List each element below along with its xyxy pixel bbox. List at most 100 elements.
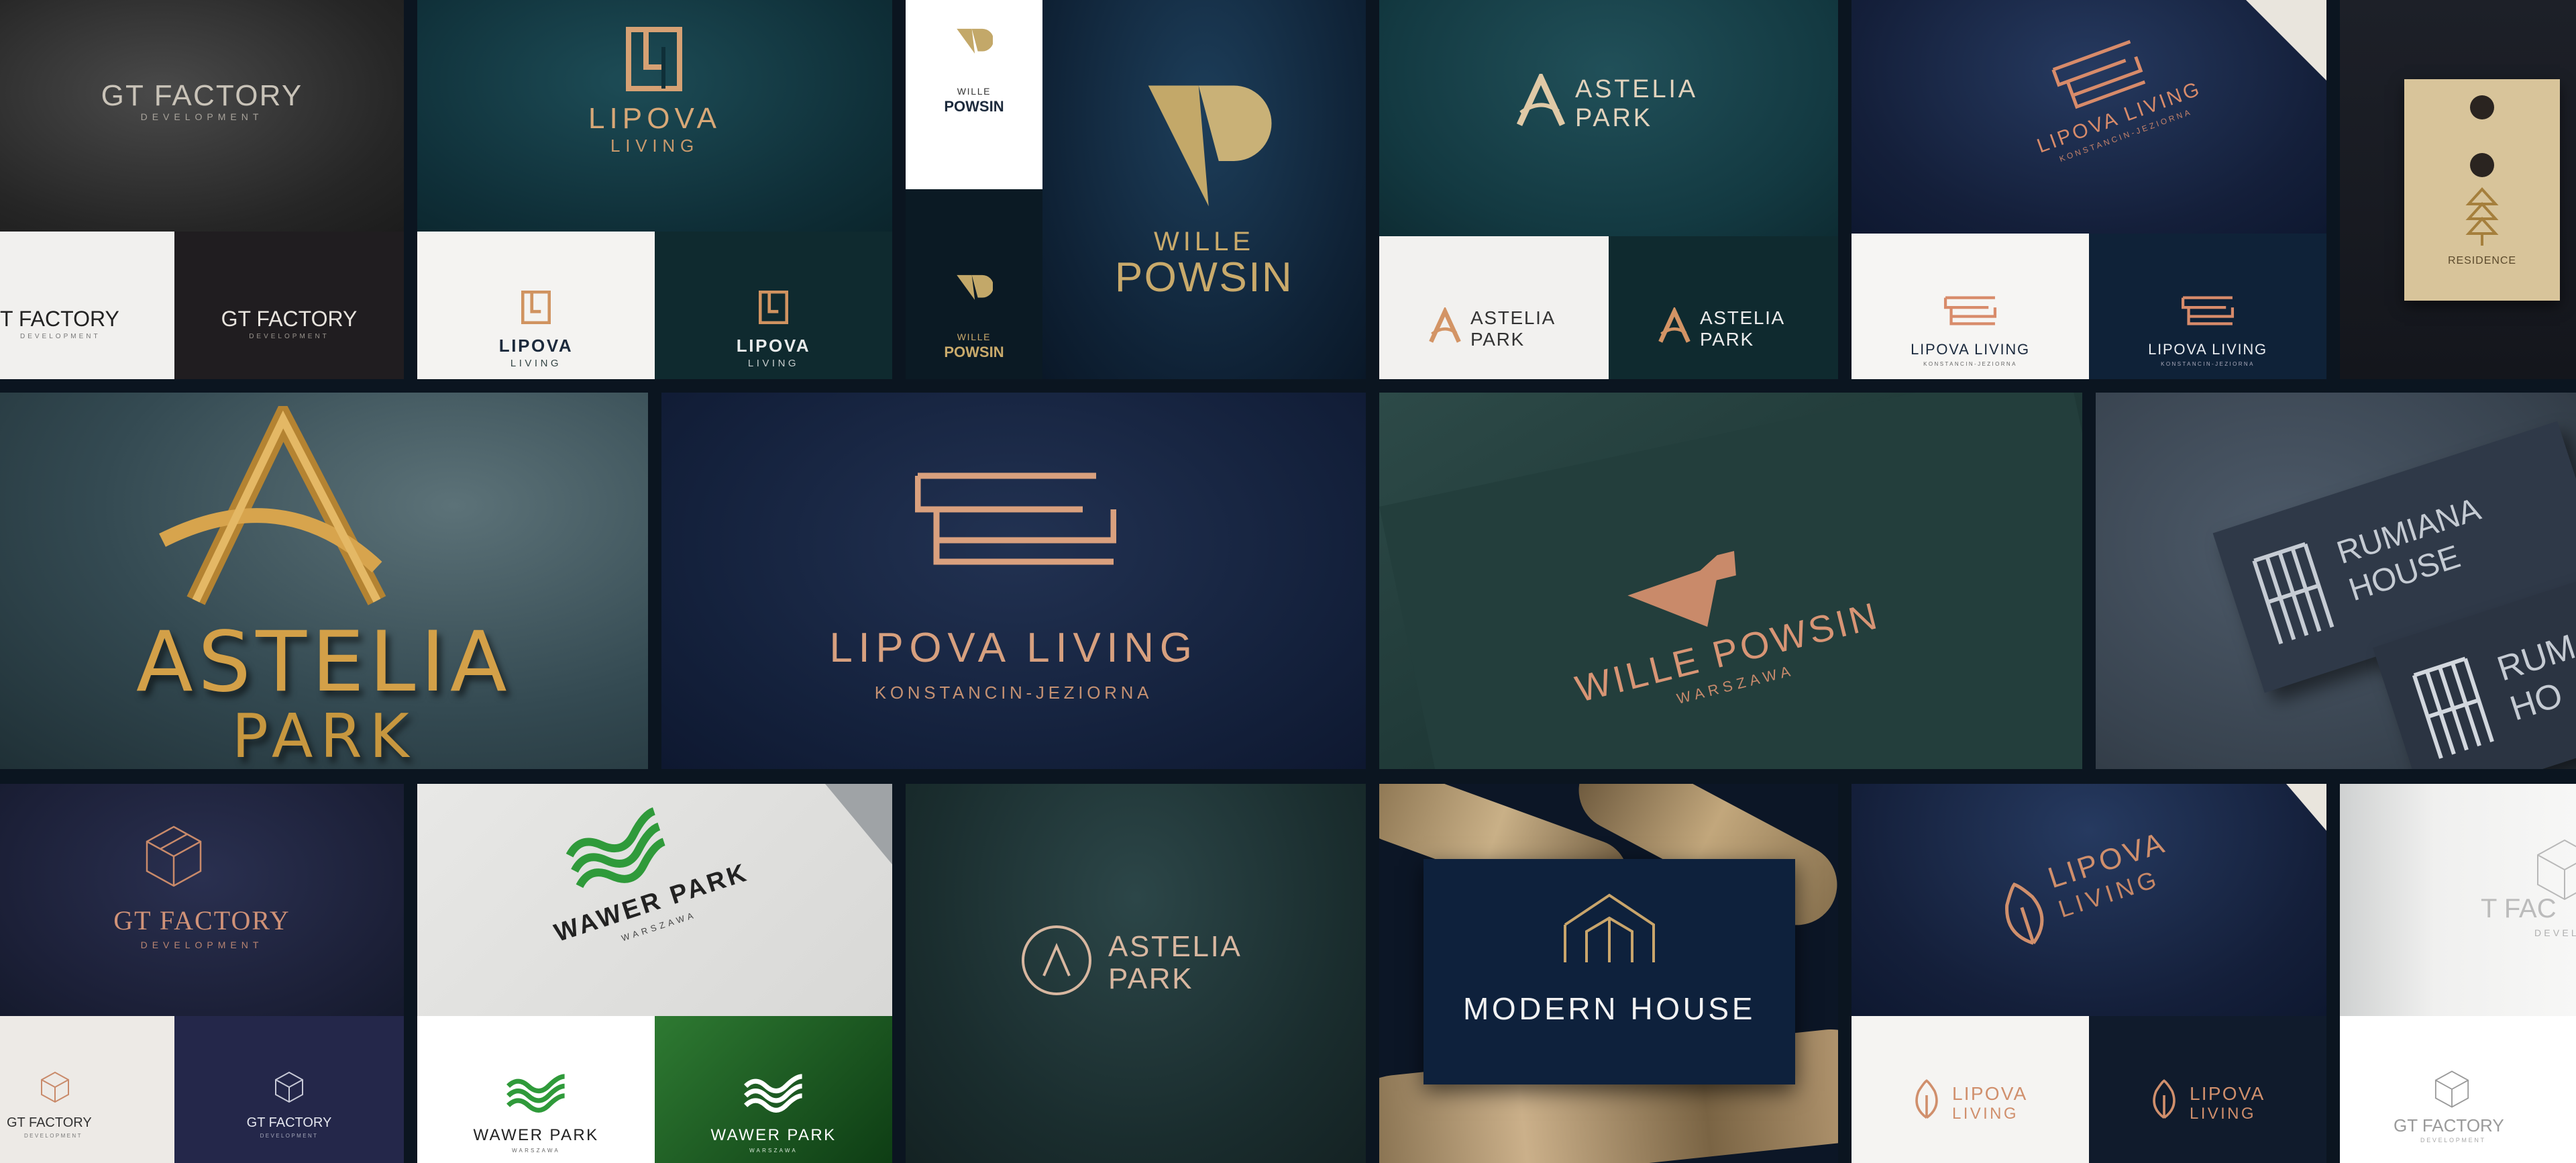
- lipova-wordmark-line1: LIPOVA: [2190, 1083, 2265, 1104]
- gt-factory-subline: DEVELOPMENT: [140, 111, 264, 122]
- wille-wordmark-line1: WILLE: [957, 332, 991, 342]
- astelia-park-mockup-dark: ASTELIA PARK: [906, 784, 1366, 1163]
- geometric-cube-icon: [41, 1071, 69, 1103]
- gt-factory-wordmark: T FACTORY: [0, 307, 119, 331]
- wawer-park-mockup-paper: WAWER PARK WARSZAWA: [417, 784, 892, 1016]
- gt-factory-subline: DEVELOPMENT: [140, 940, 264, 950]
- geometric-cube-icon: [146, 825, 202, 887]
- lipova-stripes-icon: [1943, 296, 1997, 325]
- astelia-a-icon: [1516, 74, 1566, 126]
- astelia-a-icon: [1658, 307, 1690, 343]
- gt-factory-mockup-navy: GT FACTORY DEVELOPMENT: [0, 784, 404, 1016]
- wille-powsin-mockup-green: WILLE POWSIN WARSZAWA: [1379, 393, 2082, 769]
- astelia-card-dark: ASTELIA PARK: [1609, 236, 1838, 379]
- gt-factory-mockup-dark: GT FACTORY DEVELOPMENT: [0, 0, 404, 232]
- gt-factory-mockup-light: T FAC DEVEL: [2340, 784, 2576, 1016]
- gt-factory-wordmark: T FAC: [2481, 894, 2557, 923]
- wawer-wave-icon: [566, 807, 666, 889]
- gt-factory-card-white: GT FACTORY DEVELOPMENT: [2340, 1016, 2576, 1163]
- gt-factory-subline: DEVELOPMENT: [260, 1133, 319, 1139]
- lipova-wordmark: LIPOVA LIVING: [2148, 341, 2267, 358]
- astelia-wordmark-line2: PARK: [1470, 329, 1525, 350]
- gt-factory-subline: DEVELOPMENT: [249, 333, 329, 340]
- lipova-leaf-card-light: LIPOVA LIVING: [1851, 1016, 2089, 1163]
- rumiana-house-mockup: RUMIANA HOUSE RUM HO: [2096, 393, 2576, 769]
- lipova-square-monogram-icon: [759, 291, 788, 324]
- wille-card-dark: WILLE POWSIN: [906, 189, 1042, 379]
- wawer-wordmark: WAWER PARK: [473, 1126, 599, 1144]
- astelia-wordmark-line2: PARK: [1108, 962, 1194, 995]
- lipova-leaf-icon: [2153, 1079, 2176, 1119]
- gt-factory-subline: DEVEL: [2534, 927, 2576, 938]
- astelia-a-icon: [1022, 925, 1091, 995]
- astelia-wordmark-line2: PARK: [1700, 329, 1754, 350]
- gt-factory-wordmark: GT FACTORY: [101, 79, 303, 112]
- rumiana-rh-monogram-icon: [2252, 542, 2334, 645]
- modern-house-card: MODERN HOUSE: [1424, 859, 1795, 1084]
- lipova-location: KONSTANCIN-JEZIORNA: [874, 682, 1153, 703]
- gt-factory-subline: DEVELOPMENT: [20, 333, 101, 340]
- rumiana-wordmark-line1: RUM: [2492, 627, 2576, 689]
- lipova-square-monogram-icon: [521, 291, 551, 324]
- lipova-card-dark: LIPOVA LIVING: [655, 232, 892, 379]
- lipova-wordmark-line1: LIPOVA: [736, 336, 811, 356]
- wille-v-monogram-icon: [1148, 85, 1272, 207]
- lipova-wordmark: LIPOVA LIVING: [1911, 341, 2030, 358]
- astelia-wordmark-line1: ASTELIA: [1700, 307, 1785, 328]
- wille-v-monogram-icon: [957, 28, 993, 54]
- lipova-wordmark-line2: LIVING: [1952, 1105, 2019, 1123]
- lipova-wordmark-line2: LIVING: [510, 358, 562, 369]
- wawer-location: WARSZAWA: [512, 1148, 560, 1154]
- lipova-leaf-mockup-navy: LIPOVA LIVING: [1851, 784, 2326, 1016]
- astelia-park-mockup-teal: ASTELIA PARK: [1379, 0, 1838, 236]
- modern-house-mockup: MODERN HOUSE: [1379, 784, 1838, 1163]
- geometric-cube-icon: [2434, 1070, 2469, 1108]
- lipova-living-mockup-teal: LIPOVA LIVING: [417, 0, 892, 232]
- geometric-cube-icon: [275, 1071, 303, 1103]
- lipova-wordmark-line1: LIPOVA: [1952, 1083, 2028, 1104]
- residence-tree-icon: [2465, 187, 2499, 246]
- wawer-wave-icon: [506, 1074, 565, 1113]
- lipova-leaf-icon: [2005, 882, 2044, 945]
- lipova-leaf-icon: [1915, 1079, 1938, 1119]
- astelia-wordmark-line1: ASTELIA: [1470, 307, 1556, 328]
- wawer-wordmark: WAWER PARK: [710, 1126, 837, 1144]
- envelope: RESIDENCE: [2404, 79, 2560, 301]
- wawer-location: WARSZAWA: [749, 1148, 798, 1154]
- wille-card-white: WILLE POWSIN: [906, 0, 1042, 189]
- gt-factory-subline: DEVELOPMENT: [24, 1133, 83, 1139]
- wille-wordmark-line2: POWSIN: [944, 98, 1004, 115]
- lipova-stripes-card-light: LIPOVA LIVING KONSTANCIN-JEZIORNA: [1851, 234, 2089, 379]
- lipova-stripes-card-navy: LIPOVA LIVING KONSTANCIN-JEZIORNA: [2089, 234, 2326, 379]
- gt-factory-wordmark: GT FACTORY: [7, 1115, 92, 1130]
- envelope-button: [2470, 153, 2494, 177]
- lipova-location: KONSTANCIN-JEZIORNA: [1923, 361, 2017, 367]
- lipova-stripes-icon: [2181, 296, 2235, 325]
- gt-factory-card-dark: GT FACTORY DEVELOPMENT: [174, 232, 404, 379]
- gt-factory-wordmark: GT FACTORY: [246, 1115, 332, 1130]
- astelia-card-light: ASTELIA PARK: [1379, 236, 1609, 379]
- wawer-wave-icon: [744, 1074, 802, 1113]
- gt-factory-subline: DEVELOPMENT: [2420, 1137, 2486, 1144]
- astelia-a-icon: [159, 406, 386, 605]
- astelia-wordmark-line1: ASTELIA: [1575, 75, 1698, 103]
- wille-wordmark-line2: POWSIN: [1114, 254, 1294, 301]
- lipova-wordmark-line2: LIVING: [2190, 1105, 2256, 1123]
- gt-factory-wordmark: GT FACTORY: [113, 905, 290, 936]
- lipova-wordmark-line1: LIPOVA: [498, 336, 574, 356]
- wille-wordmark-line1: WILLE: [957, 86, 991, 97]
- residence-envelope-mockup: RESIDENCE: [2340, 0, 2576, 379]
- lipova-leaf-card-navy: LIPOVA LIVING: [2089, 1016, 2326, 1163]
- gt-factory-wordmark: GT FACTORY: [221, 307, 358, 331]
- wawer-card-white: WAWER PARK WARSZAWA: [417, 1016, 655, 1163]
- modern-house-wordmark: MODERN HOUSE: [1462, 991, 1756, 1026]
- wille-wordmark-line2: POWSIN: [944, 344, 1004, 360]
- modern-house-outline-icon: [1564, 893, 1655, 962]
- lipova-wordmark-line2: LIVING: [747, 358, 800, 369]
- lipova-card-light: LIPOVA LIVING: [417, 232, 655, 379]
- gt-factory-cube-card-navy: GT FACTORY DEVELOPMENT: [174, 1016, 404, 1163]
- lipova-stripes-icon: [915, 472, 1116, 565]
- lipova-stripes-mockup-navy: LIPOVA LIVING KONSTANCIN-JEZIORNA: [1851, 0, 2326, 234]
- wille-powsin-mockup-navy: WILLE POWSIN: [1042, 0, 1366, 379]
- wille-wordmark-line1: WILLE: [1153, 227, 1255, 256]
